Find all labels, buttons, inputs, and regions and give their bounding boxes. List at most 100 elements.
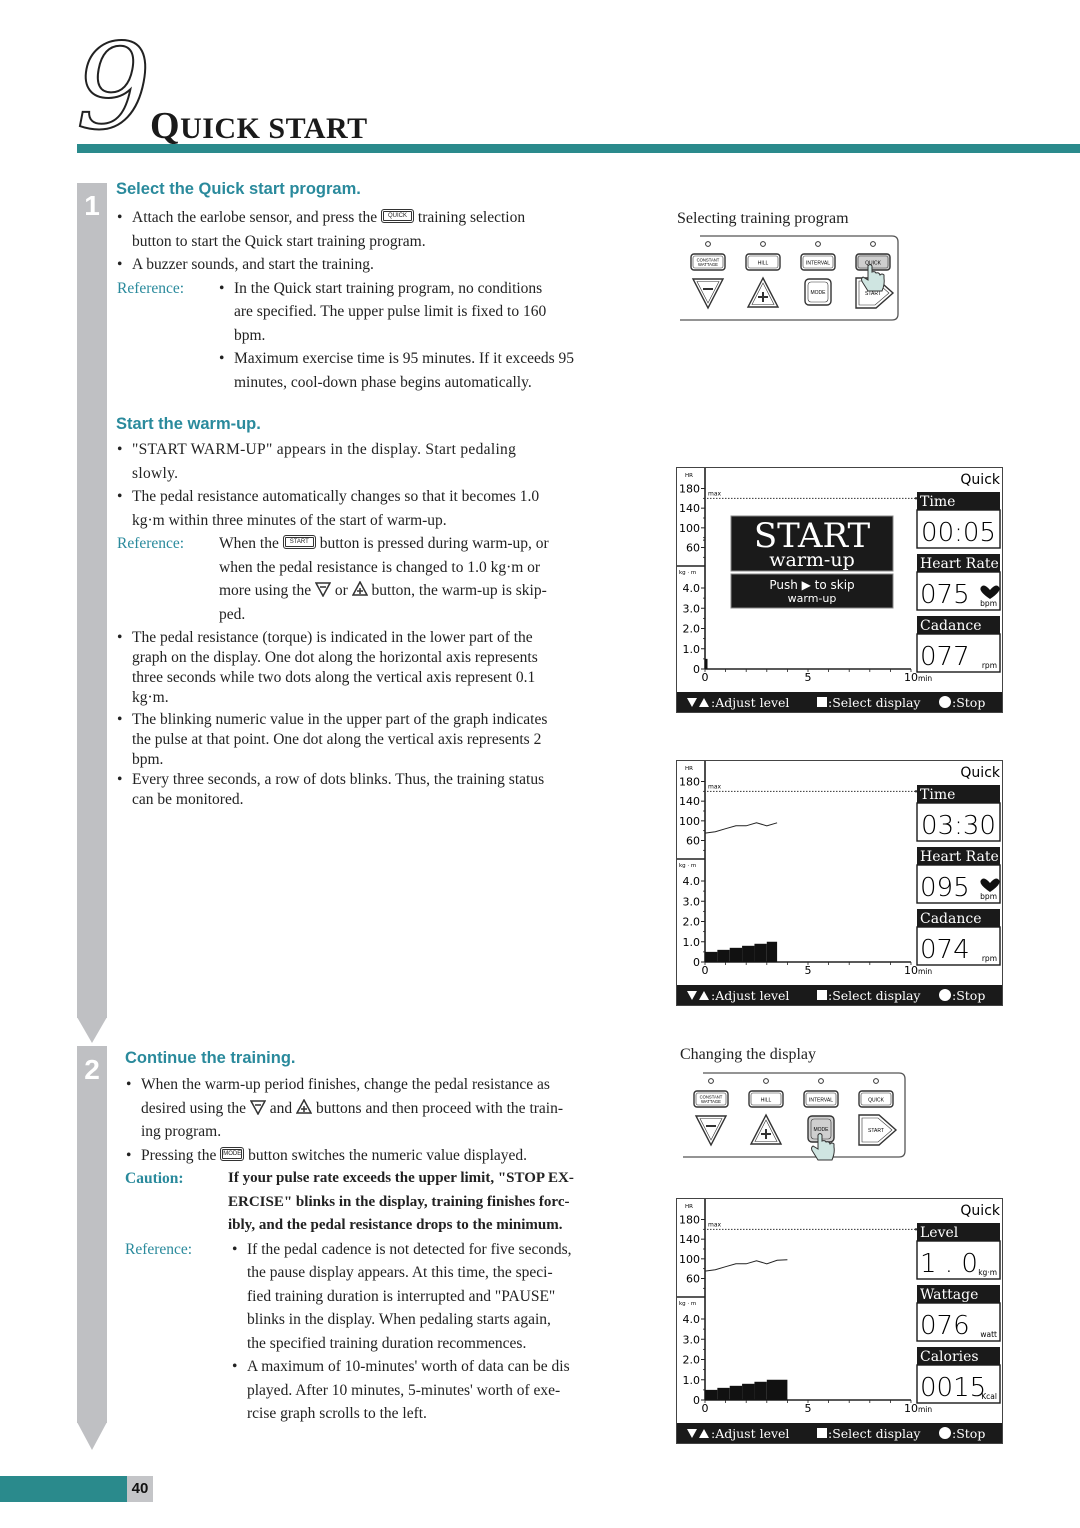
square-icon [817,697,827,707]
kgm-axis-label: kg · m [679,570,696,576]
svg-text:WATTAGE: WATTAGE [701,1099,721,1104]
readout-unit: rpm [982,661,997,670]
kgm-bar [766,1379,788,1400]
kgm-bar [742,945,755,962]
readout-label: Cadance [920,911,982,927]
indicator-led [760,241,766,247]
kgm-tick-label: 2.0 [683,1354,701,1367]
program-button-quick[interactable]: QUICK [858,1090,894,1108]
caution-label: Caution: [125,1170,184,1187]
bullet: "START WARM-UP" appears in the display. … [117,438,622,485]
reference-block: Reference: If the pedal cadence is not d… [125,1238,631,1426]
bullet: Pressing the MODE button switches the nu… [126,1144,631,1168]
chapter-number: 9 [75,18,152,156]
readout-calories: Calories 0015Kcal [916,1347,1001,1404]
kgm-tick-label: 4.0 [683,875,701,888]
x-unit-label: min [918,967,932,976]
x-unit-label: min [918,674,932,683]
readout-wattage: Wattage 076 watt [916,1285,1001,1342]
kgm-tick-label: 1.0 [683,643,701,656]
program-name: Quick [960,472,1000,488]
kgm-bar [766,941,778,962]
kgm-bar [705,1389,718,1400]
program-button-hill[interactable]: HILL [748,1090,784,1108]
program-button-constant-wattage[interactable]: CONSTANTWATTAGE [693,1090,729,1108]
kgm-tick-label: 1.0 [683,1374,701,1387]
caution-block: Caution: If your pulse rate exceeds the … [125,1167,631,1238]
overlay-subtitle: warm-up [769,549,855,571]
bullet: A buzzer sounds, and start the training. [117,253,627,277]
plus-button[interactable] [746,276,780,308]
hr-tick-label: 60 [686,835,700,848]
program-button-interval[interactable]: INTERVAL [800,253,836,271]
readout-unit: bpm [980,892,997,901]
indicator-led [873,1078,879,1084]
svg-text:INTERVAL: INTERVAL [809,1098,833,1104]
kgm-bar [705,951,718,962]
kgm-tick-label: 3.0 [683,895,701,908]
bullet: A maximum of 10-minutes' worth of data c… [232,1355,631,1426]
readout-label: Cadance [920,618,982,634]
readout-cadance: Cadance 074 rpm [916,909,1001,966]
program-button-constant-wattage[interactable]: CONSTANTWATTAGE [690,253,726,271]
minus-button-icon [315,582,331,598]
svg-text:START: START [865,291,881,297]
readout-label: Wattage [920,1287,978,1303]
mode-button[interactable]: MODE [804,278,832,306]
hr-axis-label: HR [685,766,693,772]
program-button-hill[interactable]: HILL [745,253,781,271]
indicator-led [870,241,876,247]
start-button[interactable]: START [858,1114,898,1146]
lcd-footer: :Adjust level:Select display:Stop [677,692,1002,712]
readout-label: Heart Rate [920,556,999,572]
program-button-quick[interactable]: QUICK [855,253,891,271]
footer-select-label: :Select display [828,988,921,1003]
kgm-tick-label: 1.0 [683,936,701,949]
plus-button-icon [296,1098,313,1114]
x-tick-label: 10 [904,964,918,977]
kgm-tick-label: 2.0 [683,916,701,929]
bullet: The blinking numeric value in the upper … [117,710,622,770]
hr-tick-label: 180 [679,1214,700,1227]
section-heading-continue: Continue the training. [125,1049,296,1067]
mode-button-icon: MODE [220,1146,245,1161]
svg-text:INTERVAL: INTERVAL [806,261,830,267]
reference-block: Reference: In the Quick start training p… [117,277,627,395]
x-tick-label: 5 [805,1402,812,1415]
program-name: Quick [960,1203,1000,1219]
readout-label: Level [920,1225,959,1241]
step1-number: 1 [84,190,100,221]
figure-caption: Selecting training program [677,210,849,227]
max-hr-marker [914,1228,918,1231]
readout-unit: Kcal [981,1392,997,1401]
minus-button[interactable] [691,278,725,310]
bullet: The pedal resistance (torque) is indicat… [117,628,622,708]
hr-tick-label: 100 [679,815,700,828]
step2-arrow-tip [77,1422,107,1450]
readout-cadance: Cadance 077 rpm [916,616,1001,673]
svg-text:HILL: HILL [761,1098,772,1104]
kgm-tick-label: 3.0 [683,1333,701,1346]
indicator-led [763,1078,769,1084]
svg-text:HILL: HILL [758,261,769,267]
readout-label: Time [920,494,955,510]
bullet: In the Quick start training program, no … [219,277,627,348]
indicator-led [708,1078,714,1084]
minus-button[interactable] [694,1115,728,1147]
square-icon [817,1428,827,1438]
footer-stop-label: :Stop [952,1426,985,1441]
x-tick-label: 0 [702,671,709,684]
hr-tick-label: 100 [679,1253,700,1266]
step1-section2-body: "START WARM-UP" appears in the display. … [117,438,622,810]
kgm-bar [729,1385,743,1400]
kgm-bar [754,943,767,962]
control-panel: CONSTANT WATTAGE HILL INTERVAL QUICK MODE STAR… [683,1072,906,1161]
bullet: Maximum exercise time is 95 minutes. If … [219,347,627,394]
x-tick-label: 10 [904,671,918,684]
bullet: Attach the earlobe sensor, and press the… [117,206,627,253]
plus-button[interactable] [749,1113,783,1145]
hr-line [704,1259,788,1272]
x-tick-label: 10 [904,1402,918,1415]
program-button-interval[interactable]: INTERVAL [803,1090,839,1108]
kgm-bar [717,949,730,962]
